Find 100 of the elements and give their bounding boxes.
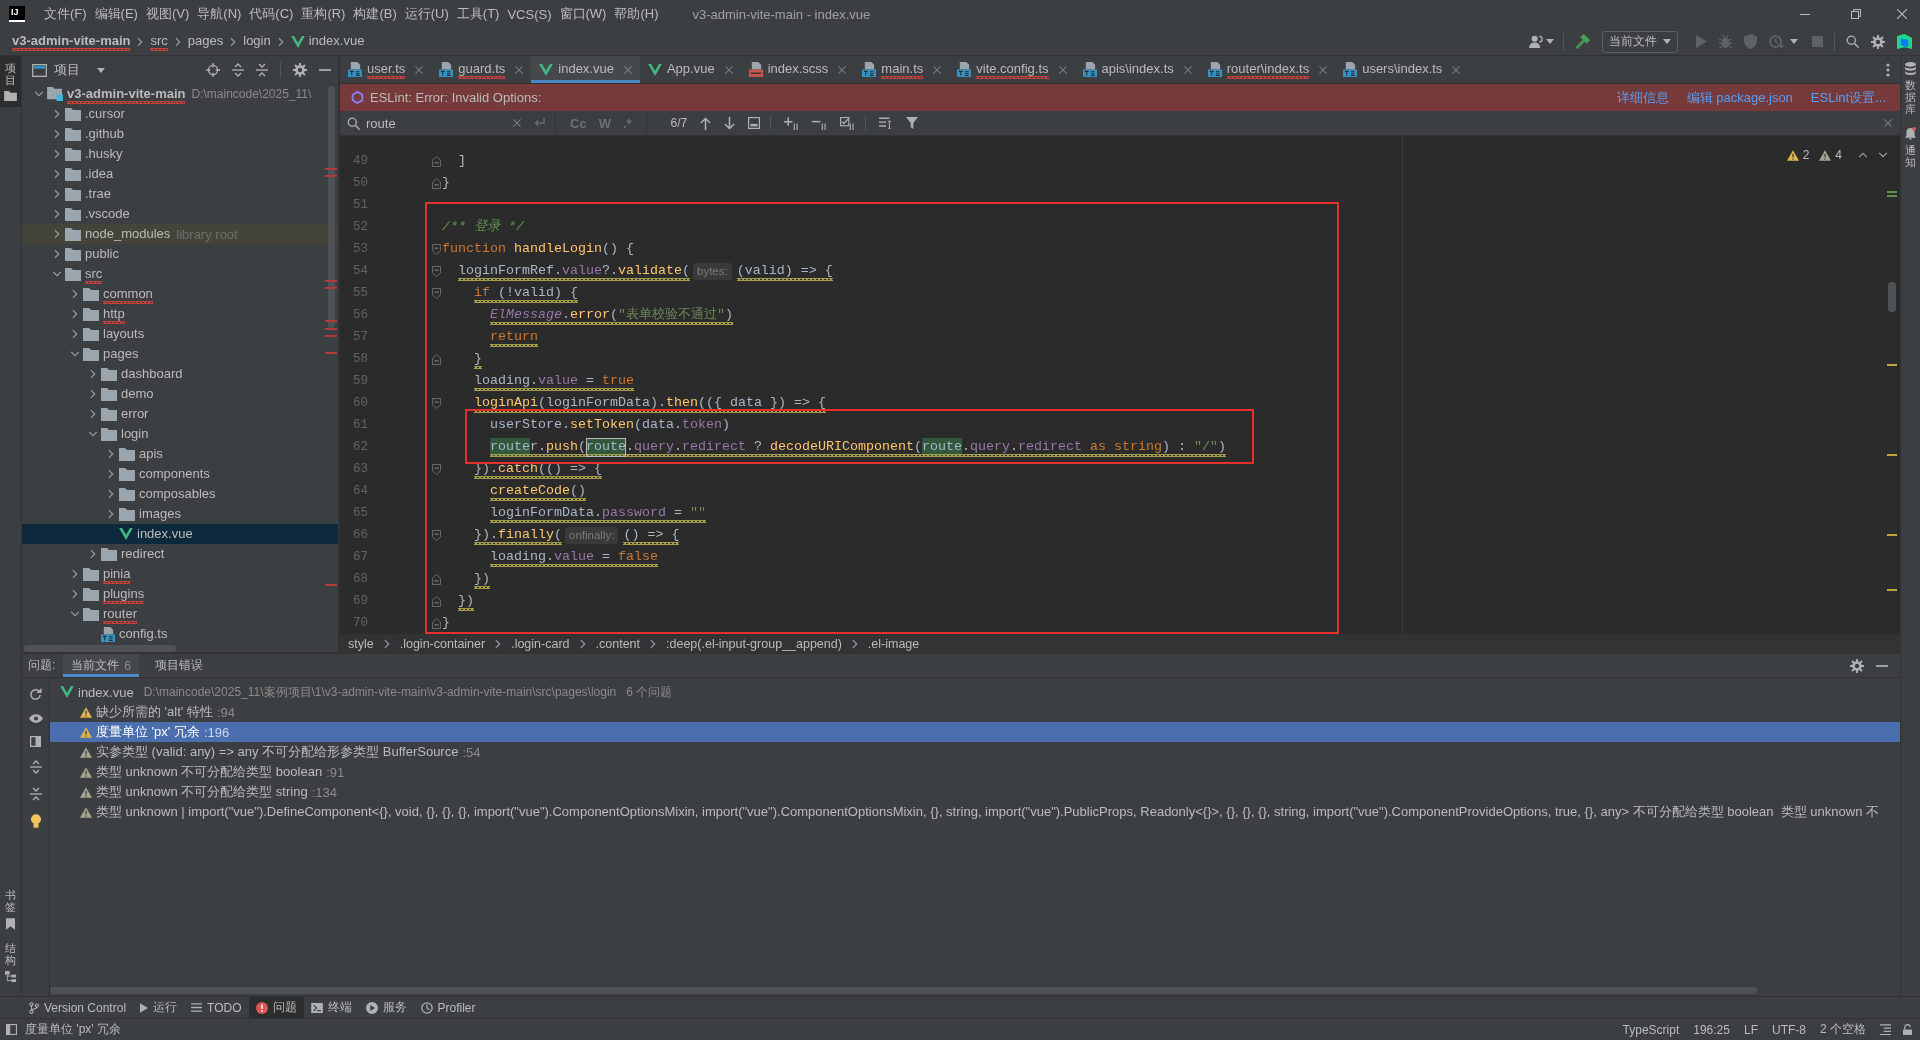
run-configuration-dropdown[interactable]: 当前文件 — [1602, 30, 1678, 53]
close-icon[interactable] — [515, 65, 524, 74]
close-icon[interactable] — [1452, 65, 1461, 74]
breadcrumb-item[interactable]: style — [348, 636, 374, 651]
tool-window-button[interactable]: 终端 — [303, 997, 359, 1018]
fold-marker-icon[interactable] — [431, 529, 441, 541]
panel-title[interactable]: 项目 — [54, 61, 80, 79]
problem-item[interactable]: 实参类型 (valid: any) => any 不可分配给形参类型 BufferSource :54 — [50, 742, 1900, 762]
chevron-right-icon[interactable] — [54, 189, 60, 199]
chevron-right-icon[interactable] — [54, 249, 60, 259]
lines-icon[interactable] — [879, 117, 894, 129]
collapse-all-icon[interactable] — [256, 63, 268, 77]
editor-tab[interactable]: guard.ts — [431, 56, 532, 83]
scrollbar-thumb[interactable] — [1888, 282, 1896, 312]
editor-tab[interactable]: user.ts — [340, 56, 432, 83]
fold-marker-icon[interactable] — [431, 353, 441, 365]
close-icon[interactable] — [1058, 65, 1067, 74]
close-icon[interactable] — [415, 65, 424, 74]
tree-item[interactable]: components — [22, 464, 338, 484]
scrollbar-thumb[interactable] — [50, 987, 1757, 994]
menu-item[interactable]: VCS(S) — [505, 6, 554, 22]
scrollbar-thumb[interactable] — [328, 86, 335, 328]
breadcrumb-item[interactable]: .content — [595, 636, 641, 651]
problem-item[interactable]: 类型 unknown | import("vue").DefineComponent<{}, void, {}, {}, {}, import("vue").ComponentOptionsMixin, import("vue").ComponentOptionsMixin, {}, string, import("vue").PublicProps, Readonly<{}>, {}, {}, {}, string, import("vue").ComponentProvideOptions, true, {}, any> 不可分配给类型 boolean 类型 unknown 不 — [50, 802, 1900, 822]
breadcrumb-item[interactable]: .login-container — [399, 636, 486, 651]
close-icon[interactable] — [623, 65, 632, 74]
chevron-right-icon[interactable] — [72, 309, 78, 319]
editor-tab[interactable]: users\index.ts — [1335, 56, 1469, 83]
toolbox-icon[interactable] — [1897, 34, 1912, 49]
chevron-right-icon[interactable] — [108, 449, 114, 459]
fold-marker-icon[interactable] — [431, 243, 441, 255]
status-item[interactable]: UTF-8 — [1772, 1022, 1806, 1037]
tree-item[interactable]: .husky — [22, 144, 338, 164]
tool-window-button[interactable]: TODO — [184, 997, 249, 1018]
chevron-right-icon[interactable] — [72, 289, 78, 299]
close-icon[interactable] — [724, 65, 733, 74]
tree-item[interactable]: .cursor — [22, 104, 338, 124]
breadcrumb-item[interactable]: .login-card — [511, 636, 570, 651]
fold-marker-icon[interactable] — [431, 265, 441, 277]
fold-marker-icon[interactable] — [431, 177, 441, 189]
banner-link[interactable]: 编辑 package.json — [1686, 88, 1793, 107]
tool-window-button[interactable]: 通知 — [1905, 121, 1916, 175]
chevron-right-icon[interactable] — [72, 569, 78, 579]
status-item[interactable]: 2 个空格 — [1820, 1021, 1866, 1038]
restore-icon[interactable] — [1851, 9, 1861, 19]
close-icon[interactable] — [1183, 65, 1192, 74]
editor-tab[interactable]: main.ts — [854, 56, 950, 83]
menu-item[interactable]: 帮助(H) — [612, 5, 661, 23]
editor-tab[interactable]: router\index.ts — [1199, 56, 1336, 83]
editor-tab[interactable]: index.scss — [740, 56, 855, 83]
fold-marker-icon[interactable] — [431, 287, 441, 299]
close-icon[interactable] — [1319, 65, 1328, 74]
tool-window-button[interactable]: 问题 — [248, 997, 304, 1018]
chevron-right-icon[interactable] — [72, 329, 78, 339]
scrollbar-thumb[interactable] — [24, 645, 176, 652]
weak-warning-count[interactable]: 4 — [1835, 148, 1842, 162]
tree-item[interactable]: public — [22, 244, 338, 264]
search-field[interactable]: route — [340, 111, 556, 135]
minimize-icon[interactable] — [1876, 664, 1888, 667]
close-icon[interactable] — [838, 65, 847, 74]
status-item[interactable]: 196:25 — [1693, 1022, 1730, 1037]
status-item[interactable]: TypeScript — [1622, 1022, 1680, 1037]
chevron-right-icon[interactable] — [90, 409, 96, 419]
arrow-up-icon[interactable] — [700, 116, 712, 130]
close-icon[interactable] — [1897, 9, 1907, 19]
hammer-icon[interactable] — [1575, 34, 1590, 49]
fold-marker-icon[interactable] — [431, 617, 441, 629]
breadcrumb-item[interactable]: pages — [187, 32, 224, 51]
editor-tab[interactable]: vite.config.ts — [949, 56, 1075, 83]
menu-item[interactable]: 编辑(E) — [92, 5, 140, 23]
tree-item[interactable]: src — [22, 264, 338, 284]
chevron-down-icon[interactable] — [34, 91, 44, 97]
tree-item[interactable]: layouts — [22, 324, 338, 344]
tree-item[interactable]: config.ts — [22, 624, 338, 644]
menu-item[interactable]: 工具(T) — [454, 5, 502, 23]
tree-item[interactable]: pinia — [22, 564, 338, 584]
clear-icon[interactable] — [513, 119, 521, 127]
editor-tab[interactable]: apis\index.ts — [1074, 56, 1200, 83]
settings-icon[interactable] — [293, 63, 307, 77]
chevron-right-icon[interactable] — [90, 549, 96, 559]
warning-count[interactable]: 2 — [1802, 148, 1810, 162]
fold-marker-icon[interactable] — [431, 573, 441, 585]
caret-icon[interactable] — [1790, 39, 1798, 44]
problem-item[interactable]: 度量单位 'px' 冗余 :196 — [50, 722, 1900, 742]
close-icon[interactable] — [1884, 119, 1892, 127]
fold-marker-icon[interactable] — [431, 155, 441, 167]
tree-item[interactable]: .idea — [22, 164, 338, 184]
banner-link[interactable]: 详细信息 — [1616, 88, 1669, 107]
breadcrumb-item[interactable]: login — [243, 32, 271, 51]
editor-tab[interactable]: App.vue — [639, 56, 741, 83]
breadcrumb-item[interactable]: :deep(.el-input-group__append) — [666, 636, 842, 651]
add-occurrence-icon[interactable] — [784, 116, 800, 130]
tool-window-button[interactable]: Profiler — [413, 997, 483, 1018]
tree-item[interactable]: pages — [22, 344, 338, 364]
search-icon[interactable] — [1846, 35, 1859, 48]
select-all-icon[interactable] — [748, 117, 761, 129]
chevron-right-icon[interactable] — [90, 369, 96, 379]
problem-file-row[interactable]: index.vue D:\maincode\2025_11\案例项目\1\v3-admin-vite-main\v3-admin-vite-main\src\pages\login 6 个问题 — [50, 682, 1900, 702]
tree-item[interactable]: images — [22, 504, 338, 524]
caret-icon[interactable] — [1546, 39, 1554, 44]
